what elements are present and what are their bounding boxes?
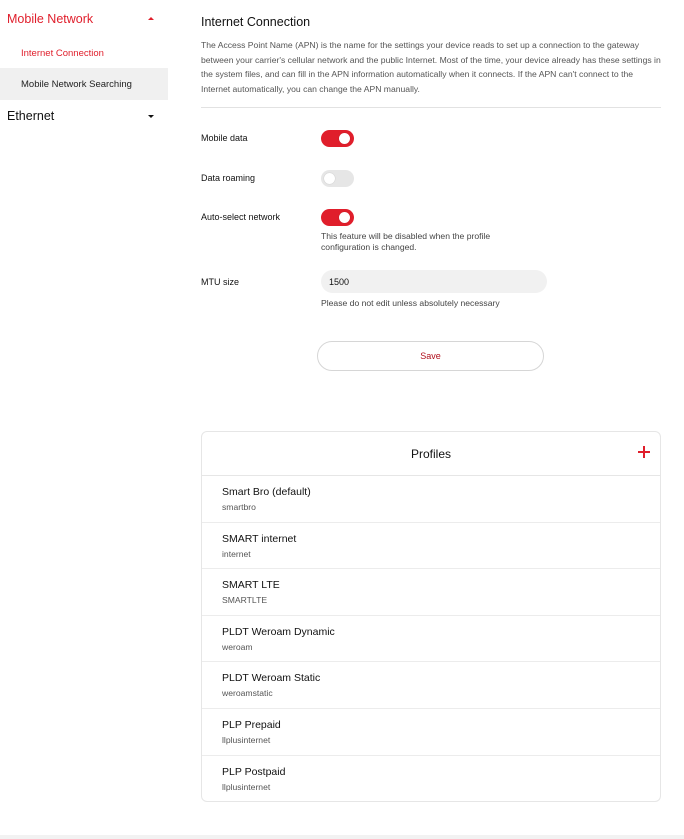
toggle-knob: [324, 173, 335, 184]
sidebar-group-label: Mobile Network: [7, 12, 94, 26]
sidebar-group-label: Ethernet: [7, 109, 55, 123]
mtu-size-label: MTU size: [201, 277, 239, 287]
profile-row[interactable]: SMART LTE SMARTLTE: [202, 569, 660, 616]
mtu-size-hint: Please do not edit unless absolutely nec…: [321, 298, 500, 308]
profile-name: PLDT Weroam Dynamic: [222, 625, 335, 638]
sidebar-group-ethernet[interactable]: Ethernet: [0, 100, 168, 132]
profile-apn: weroamstatic: [222, 688, 273, 699]
profile-name: PLP Postpaid: [222, 765, 286, 778]
data-roaming-label: Data roaming: [201, 173, 256, 183]
auto-select-network-toggle[interactable]: [321, 209, 354, 226]
profile-row[interactable]: Smart Bro (default) smartbro: [202, 476, 660, 523]
profile-name: SMART internet: [222, 532, 297, 545]
profile-row[interactable]: PLP Postpaid llplusinternet: [202, 756, 660, 801]
profile-apn: SMARTLTE: [222, 595, 268, 606]
profiles-title: Profiles: [410, 446, 451, 461]
toggle-knob: [339, 133, 350, 144]
profile-apn: internet: [222, 548, 251, 559]
sidebar-item-mobile-network-searching[interactable]: Mobile Network Searching: [0, 68, 168, 100]
profile-name: SMART LTE: [222, 579, 280, 592]
sidebar-item-label: Mobile Network Searching: [21, 78, 132, 90]
profile-apn: llplusinternet: [222, 734, 271, 745]
profile-name: PLP Prepaid: [222, 718, 281, 731]
divider: [201, 107, 661, 108]
add-profile-plus-icon[interactable]: [637, 445, 651, 459]
page-title: Internet Connection: [201, 15, 311, 29]
bottom-strip: [0, 835, 684, 839]
profile-row[interactable]: PLDT Weroam Dynamic weroam: [202, 616, 660, 663]
profile-row[interactable]: SMART internet internet: [202, 523, 660, 570]
mobile-data-toggle[interactable]: [321, 130, 354, 147]
auto-select-network-label: Auto-select network: [201, 212, 281, 222]
sidebar-group-mobile-network[interactable]: Mobile Network: [0, 0, 168, 38]
profile-name: PLDT Weroam Static: [222, 672, 321, 685]
data-roaming-toggle[interactable]: [321, 170, 354, 187]
save-button[interactable]: Save: [317, 341, 544, 371]
profile-row[interactable]: PLP Prepaid llplusinternet: [202, 709, 660, 756]
profile-apn: weroam: [222, 641, 253, 652]
sidebar: Mobile Network Internet Connection Mobil…: [0, 0, 168, 132]
profile-apn: llplusinternet: [222, 781, 271, 792]
auto-select-hint: This feature will be disabled when the p…: [321, 231, 491, 252]
page-description: The Access Point Name (APN) is the name …: [201, 40, 661, 94]
caret-down-icon: [148, 115, 154, 118]
profile-row[interactable]: PLDT Weroam Static weroamstatic: [202, 662, 660, 709]
profile-name: Smart Bro (default): [222, 486, 311, 498]
mobile-data-label: Mobile data: [201, 133, 248, 143]
sidebar-item-label: Internet Connection: [21, 47, 104, 59]
caret-up-icon: [148, 17, 154, 20]
toggle-knob: [339, 212, 350, 223]
profile-apn: smartbro: [222, 502, 256, 512]
mtu-size-input[interactable]: [321, 270, 547, 293]
profiles-header: Profiles: [202, 432, 660, 476]
sidebar-item-internet-connection[interactable]: Internet Connection: [0, 38, 168, 68]
profiles-card: Profiles Smart Bro (default) smartbro SM…: [201, 431, 661, 802]
